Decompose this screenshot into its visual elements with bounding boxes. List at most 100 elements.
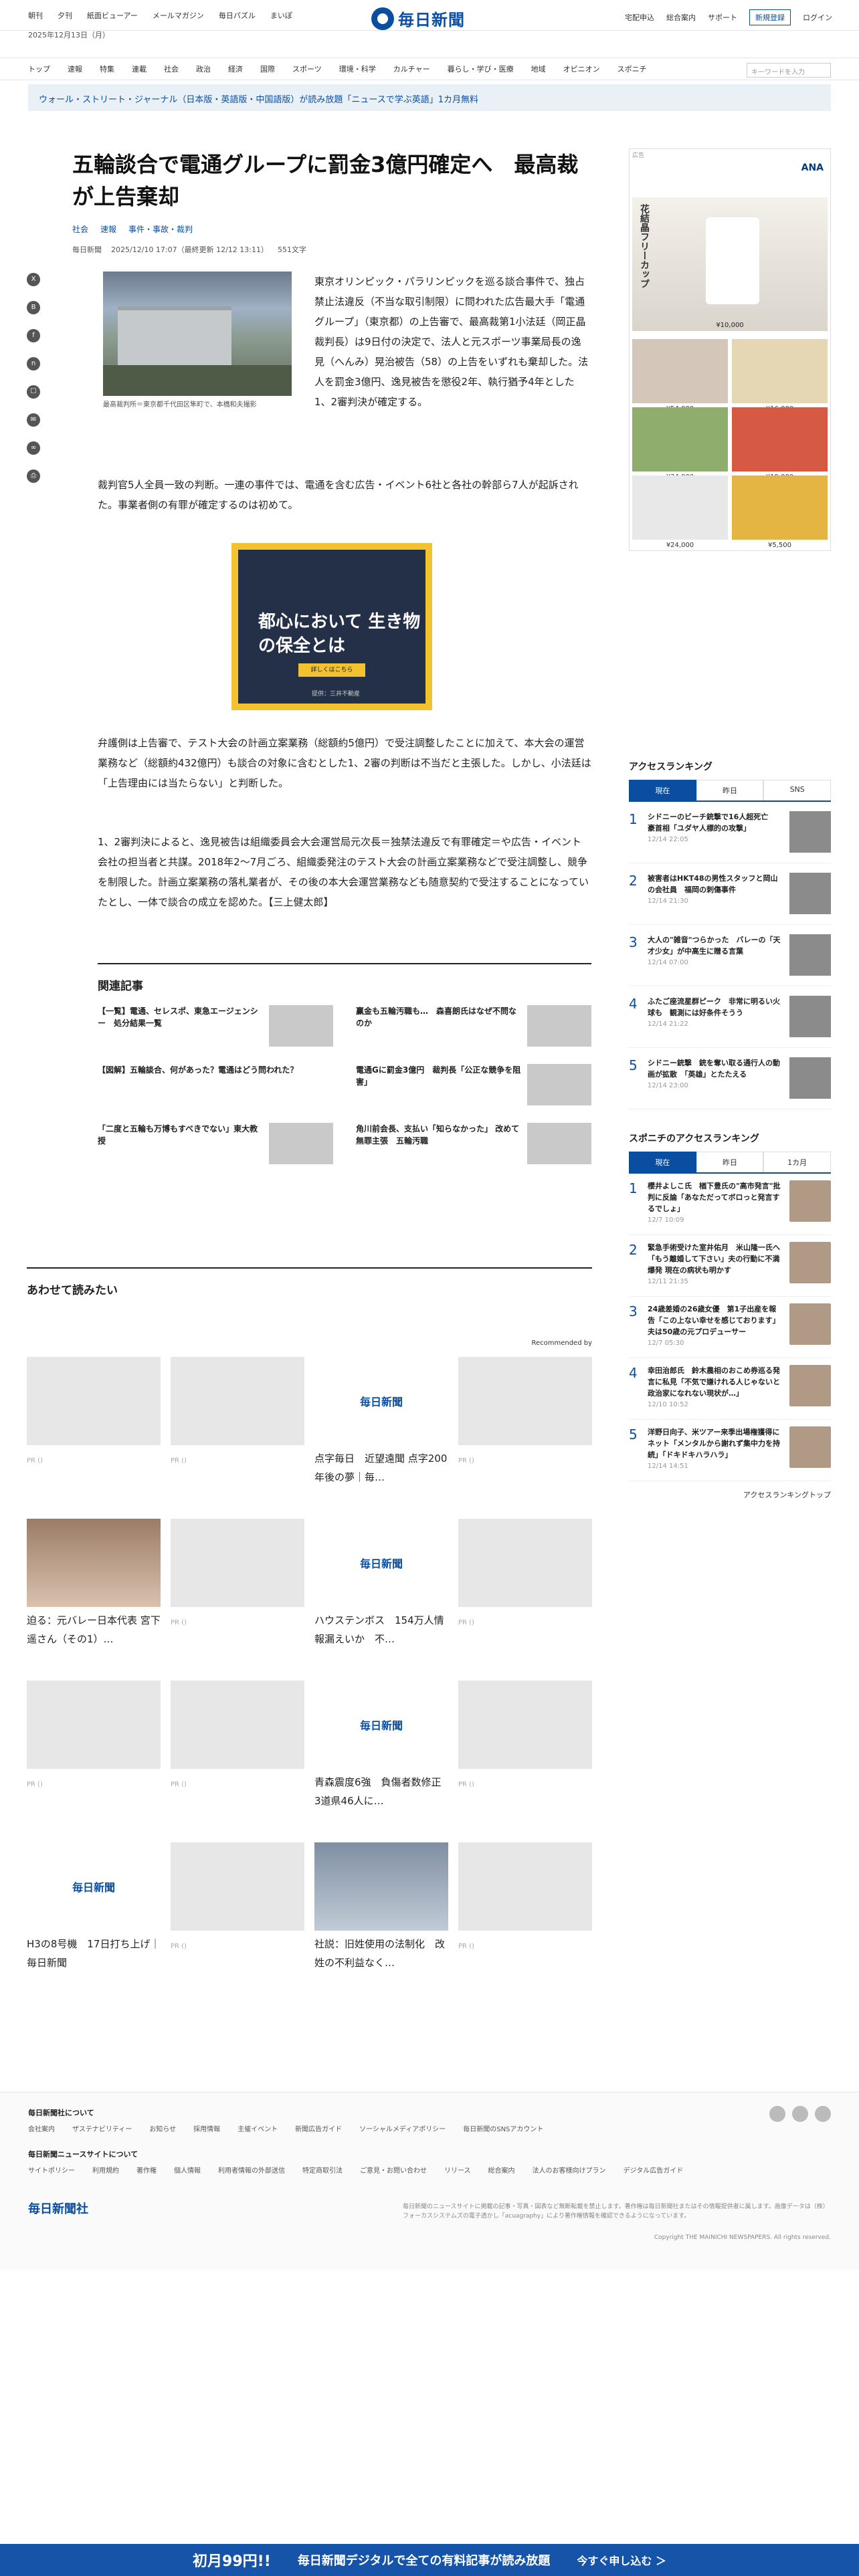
nav-economy[interactable]: 経済 — [228, 64, 243, 74]
related-item[interactable]: 【図解】五輪談合、何があった？電通はどう問われた？ — [98, 1064, 333, 1107]
rec-card[interactable]: 迫る：元バレー日本代表 宮下遥さん（その1）… — [27, 1519, 161, 1681]
search-input[interactable]: キーワードを入力 — [747, 63, 831, 78]
subscribe-bar[interactable]: 初月99円!! 毎日新聞デジタルで全ての有料記事が読み放題 今すぐ申し込む ＞ — [0, 2544, 859, 2576]
footer-link[interactable]: ザステナビリティー — [72, 2123, 132, 2133]
link-mail[interactable]: メールマガジン — [153, 10, 204, 21]
rec-card[interactable]: PR () — [171, 1842, 304, 2004]
footer-link[interactable]: デジタル広告ガイド — [624, 2165, 684, 2175]
ranking-item[interactable]: 4 幸田治郎氏 鈴木農相のおこめ券巡る発言に私見「不気で嫌けれる人じゃないと政治家… — [629, 1358, 831, 1420]
subscribe-button[interactable]: 今すぐ申し込む ＞ — [577, 2552, 666, 2568]
footer-logo[interactable]: 毎日新聞社 — [28, 2199, 88, 2217]
rss-icon[interactable] — [815, 2106, 831, 2122]
login-link[interactable]: ログイン — [803, 12, 832, 23]
tag-incident[interactable]: 事件・事故・裁判 — [128, 223, 193, 235]
nav-science[interactable]: 環境・科学 — [339, 64, 376, 74]
ad-button[interactable]: 詳しくはこちら — [298, 663, 365, 677]
ranking-item[interactable]: 5 洋野日向子、米ツアー来季出場権獲得にネット「メンタルから謝れず集中力を持続」「… — [629, 1420, 831, 1481]
tab-yesterday[interactable]: 昨日 — [696, 780, 764, 800]
ad-product[interactable]: ¥16,000 — [732, 339, 828, 413]
footer-link[interactable]: お知らせ — [149, 2123, 176, 2133]
promo-banner[interactable]: ウォール・ストリート・ジャーナル（日本版・英語版・中国語版）が読み放題「ニュース… — [28, 84, 831, 111]
mail-icon[interactable]: ✉ — [27, 413, 40, 427]
rec-card[interactable]: PR () — [27, 1681, 161, 1842]
footer-link[interactable]: ご意見・お問い合わせ — [360, 2165, 427, 2175]
nav-region[interactable]: 地域 — [531, 64, 546, 74]
footer-link[interactable]: サイトポリシー — [28, 2165, 75, 2175]
footer-link[interactable]: 新聞広告ガイド — [295, 2123, 342, 2133]
facebook-share-icon[interactable]: f — [27, 329, 40, 342]
tab-now[interactable]: 現在 — [629, 780, 696, 800]
link-morning[interactable]: 朝刊 — [28, 10, 43, 21]
rec-card[interactable]: PR () — [458, 1519, 592, 1681]
link-maipo[interactable]: まいぽ — [270, 10, 292, 21]
nav-sponichi[interactable]: スポニチ — [617, 64, 647, 74]
rec-card[interactable]: PR () — [171, 1681, 304, 1842]
article-photo[interactable] — [103, 272, 292, 396]
tag-society[interactable]: 社会 — [72, 223, 88, 235]
link-copy-icon[interactable]: ∞ — [27, 441, 40, 455]
footer-link[interactable]: 特定商取引法 — [302, 2165, 343, 2175]
tab-now[interactable]: 現在 — [629, 1152, 696, 1172]
link-evening[interactable]: 夕刊 — [58, 10, 72, 21]
link-puzzle[interactable]: 毎日パズル — [219, 10, 256, 21]
ranking-item[interactable]: 3 24歳差婚の26歳女優 第1子出産を報告「この上ない幸せを感じております」夫は… — [629, 1297, 831, 1358]
rec-card[interactable]: PR () — [458, 1842, 592, 2004]
ad-product[interactable]: ¥5,500 — [732, 475, 828, 549]
related-item[interactable]: 赢金も五輪汚職も… 森喜朗氏はなぜ不問なのか — [356, 1005, 591, 1048]
nav-culture[interactable]: カルチャー — [393, 64, 430, 74]
print-icon[interactable]: ⎙ — [27, 469, 40, 483]
footer-link[interactable]: 主催イベント — [237, 2123, 278, 2133]
facebook-icon[interactable] — [792, 2106, 808, 2122]
footer-link[interactable]: 法人のお客様向けプラン — [533, 2165, 606, 2175]
tab-sns[interactable]: SNS — [763, 780, 832, 800]
ad-product[interactable]: ¥24,000 — [632, 475, 728, 549]
related-item[interactable]: 「二度と五輪も万博もすべきでない」東大教授 — [98, 1123, 333, 1166]
rec-card[interactable]: PR () — [27, 1357, 161, 1519]
related-item[interactable]: 電通Gに罰金3億円 裁判長「公正な競争を阻害」 — [356, 1064, 591, 1107]
ranking-heading[interactable]: アクセスランキング — [629, 760, 831, 773]
rec-card[interactable]: PR () — [171, 1519, 304, 1681]
x-share-icon[interactable]: X — [27, 273, 40, 286]
ranking-item[interactable]: 2 緊急手術受けた室井佑月 米山隆一氏へ「もう離婚して下さい」夫の行動に不満爆発 … — [629, 1235, 831, 1297]
bookmark-icon[interactable]: ☐ — [27, 385, 40, 399]
rec-card[interactable]: 毎日新聞 H3の8号機 17日打ち上げ｜毎日新聞 — [27, 1842, 161, 2004]
ranking-more-link[interactable]: アクセスランキングトップ — [629, 1489, 831, 1500]
footer-link[interactable]: 個人情報 — [174, 2165, 201, 2175]
footer-link[interactable]: 利用規約 — [92, 2165, 119, 2175]
ranking-item[interactable]: 5 シドニー銃撃 銃を奪い取る通行人の動画が拡散 「英雄」とたたえる 12/14 2… — [629, 1048, 831, 1109]
ad-product[interactable]: ¥34,000 — [632, 407, 728, 481]
nav-world[interactable]: 国際 — [260, 64, 275, 74]
link-viewer[interactable]: 紙面ビューアー — [87, 10, 138, 21]
nav-feature[interactable]: 特集 — [100, 64, 114, 74]
link-delivery[interactable]: 宅配申込 — [625, 12, 654, 23]
ranking-item[interactable]: 4 ふたご座流星群ピーク 非常に明るい火球も 観測には好条件そうう 12/14 21… — [629, 986, 831, 1048]
register-button[interactable]: 新規登録 — [749, 9, 791, 25]
footer-link[interactable]: ソーシャルメディアポリシー — [359, 2123, 446, 2133]
tag-breaking[interactable]: 速報 — [100, 223, 116, 235]
ad-product[interactable]: ¥54,000 — [632, 339, 728, 413]
rec-card[interactable]: 毎日新聞 点字毎日 近望遠聞 点字200年後の夢｜毎… — [314, 1357, 448, 1519]
tab-yesterday[interactable]: 昨日 — [696, 1152, 764, 1172]
nav-life[interactable]: 暮らし・学び・医療 — [448, 64, 514, 74]
nav-opinion[interactable]: オピニオン — [563, 64, 600, 74]
footer-link[interactable]: 会社案内 — [28, 2123, 55, 2133]
nav-sports[interactable]: スポーツ — [292, 64, 322, 74]
rec-card[interactable]: 毎日新聞 青森震度6強 負傷者数修正 3道県46人に… — [314, 1681, 448, 1842]
footer-link[interactable]: 著作権 — [136, 2165, 157, 2175]
rec-card[interactable]: PR () — [171, 1357, 304, 1519]
taboola-label[interactable]: Recommended by — [531, 1339, 592, 1347]
nav-society[interactable]: 社会 — [164, 64, 179, 74]
link-support[interactable]: サポート — [708, 12, 737, 23]
footer-link[interactable]: 採用情報 — [193, 2123, 220, 2133]
nav-series[interactable]: 連載 — [132, 64, 147, 74]
rec-card[interactable]: PR () — [458, 1681, 592, 1842]
ranking-item[interactable]: 1 シドニーのビーチ銃撃で16人超死亡 豪首相「ユダヤ人標的の攻撃」 12/14 2… — [629, 802, 831, 863]
site-logo[interactable]: 毎日新聞 — [371, 7, 465, 30]
rec-card[interactable]: PR () — [458, 1357, 592, 1519]
related-item[interactable]: 角川前会長、支払い「知らなかった」 改めて無罪主張 五輪汚職 — [356, 1123, 591, 1166]
hatena-share-icon[interactable]: B — [27, 301, 40, 314]
ranking-item[interactable]: 1 櫻井よしこ氏 楢下豊氏の"高市発言"批判に反論「あなただってボロっと発言するで… — [629, 1174, 831, 1235]
ranking-item[interactable]: 3 大人の"雑音"つらかった バレーの「天才少女」が中高生に贈る言葉 12/14 0… — [629, 925, 831, 986]
footer-link[interactable]: 毎日新聞のSNSアカウント — [463, 2123, 543, 2133]
inline-ad[interactable]: 都心において 生き物の保全とは 詳しくはこちら 提供：三井不動産 — [231, 543, 432, 710]
